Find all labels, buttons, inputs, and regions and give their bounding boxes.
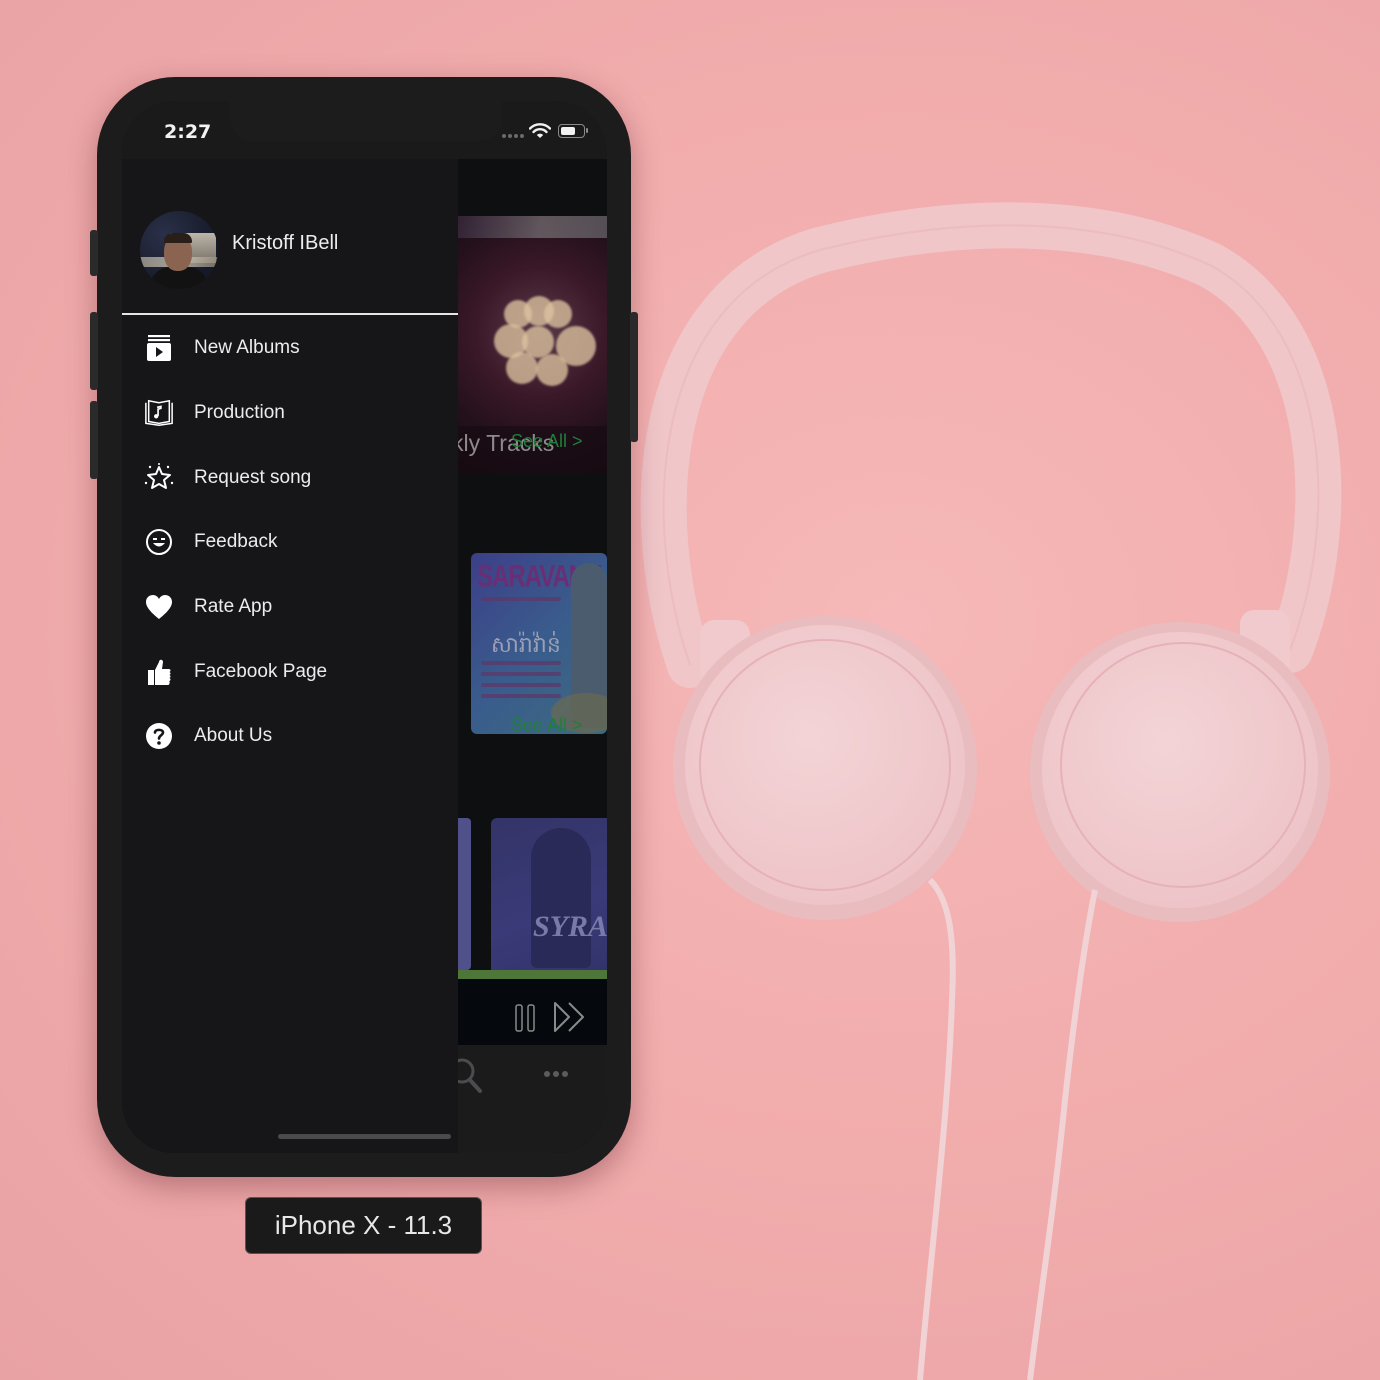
status-time: 2:27 — [164, 121, 212, 143]
menu-item-request-song[interactable]: Request song — [122, 448, 458, 508]
more-icon[interactable] — [544, 1071, 568, 1077]
signal-dots-icon — [502, 134, 524, 138]
music-book-icon — [144, 398, 174, 428]
menu-item-rate-app[interactable]: Rate App — [122, 577, 458, 637]
progress-fill — [458, 970, 607, 979]
battery-icon — [558, 124, 588, 138]
album-khmer-title: សារ៉ាវ៉ាន់ — [491, 633, 561, 658]
notch — [230, 101, 502, 141]
see-all-link[interactable]: See All > — [511, 715, 583, 736]
main-content-dimmed[interactable]: kly Tracks See All > SARAVANN សារ៉ាវ៉ាន់… — [449, 159, 607, 1153]
tab-bar — [449, 1045, 607, 1153]
status-bar: 2:27 — [122, 101, 607, 159]
menu-item-label: Production — [194, 402, 285, 423]
user-name: Kristoff IBell — [232, 232, 339, 254]
power-button — [630, 312, 638, 442]
next-icon[interactable] — [553, 1001, 587, 1033]
heart-icon — [144, 592, 174, 622]
menu-item-label: Rate App — [194, 596, 273, 617]
pause-icon[interactable] — [514, 1004, 538, 1032]
menu-item-production[interactable]: Production — [122, 383, 458, 443]
menu-item-facebook-page[interactable]: Facebook Page — [122, 642, 458, 702]
albums-play-icon — [144, 333, 174, 363]
home-indicator[interactable] — [278, 1134, 451, 1139]
side-drawer: Kristoff IBell New Albums Production Req… — [122, 159, 458, 1153]
menu-item-label: Request song — [194, 467, 312, 488]
album-title: SYRA — [533, 910, 607, 943]
volume-up-button — [90, 312, 98, 390]
divider — [122, 313, 458, 315]
menu-item-label: New Albums — [194, 337, 300, 358]
simulator-device-label: iPhone X - 11.3 — [245, 1197, 482, 1254]
menu-item-label: Feedback — [194, 531, 278, 552]
wifi-icon — [529, 123, 551, 138]
mini-player[interactable] — [458, 979, 607, 1045]
menu-item-label: About Us — [194, 725, 273, 746]
menu-item-feedback[interactable]: Feedback — [122, 512, 458, 572]
playback-progress-bar[interactable] — [458, 970, 607, 979]
see-all-link[interactable]: See All > — [511, 431, 583, 452]
smiley-icon — [144, 527, 174, 557]
album-card-saravann[interactable]: SARAVANN សារ៉ាវ៉ាន់ — [471, 553, 607, 734]
avatar[interactable] — [140, 211, 218, 289]
phone-screen: kly Tracks See All > SARAVANN សារ៉ាវ៉ាន់… — [122, 101, 607, 1153]
volume-down-button — [90, 401, 98, 479]
sparkle-star-icon — [144, 463, 174, 493]
menu-item-label: Facebook Page — [194, 661, 328, 682]
mute-switch — [90, 230, 98, 276]
menu-item-new-albums[interactable]: New Albums — [122, 318, 458, 378]
album-card-syra[interactable]: SYRA — [491, 818, 607, 970]
question-circle-icon — [144, 721, 174, 751]
thumbs-up-icon — [144, 657, 174, 687]
menu-item-about-us[interactable]: About Us — [122, 706, 458, 766]
album-card-partial[interactable] — [458, 818, 471, 970]
